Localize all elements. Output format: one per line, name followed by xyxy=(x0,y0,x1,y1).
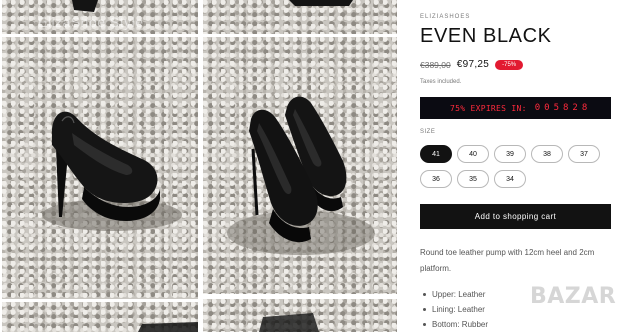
product-description: Round toe leather pump with 12cm heel an… xyxy=(420,248,595,273)
feature-item: Upper: Leather xyxy=(420,287,488,302)
bullet-icon xyxy=(423,323,426,326)
feature-item: Bottom: Rubber xyxy=(420,317,488,332)
bullet-icon xyxy=(423,293,426,296)
size-option-35[interactable]: 35 xyxy=(457,170,489,188)
size-option-41[interactable]: 41 xyxy=(420,145,452,163)
countdown-label: 75% EXPIRES IN: xyxy=(450,103,527,113)
size-option-label: 41 xyxy=(432,150,440,158)
size-option-label: 35 xyxy=(469,175,477,183)
product-title: EVEN BLACK xyxy=(420,25,552,47)
add-to-cart-button[interactable]: Add to shopping cart xyxy=(420,204,611,229)
shoe-photo-graphic xyxy=(138,322,198,332)
size-option-34[interactable]: 34 xyxy=(494,170,526,188)
feature-text: Bottom: Rubber xyxy=(432,320,489,329)
sale-price: €97,25 xyxy=(456,59,490,70)
product-info: ELIZIASHOES EVEN BLACK €389,00 €97,25 -7… xyxy=(420,0,620,332)
product-vendor: ELIZIASHOES xyxy=(420,14,471,20)
size-option-label: 34 xyxy=(506,175,514,183)
product-gallery: ElizaShoe Style xyxy=(0,0,400,332)
size-option-label: 38 xyxy=(543,150,551,158)
size-option-label: 37 xyxy=(580,150,588,158)
size-option-40[interactable]: 40 xyxy=(457,145,489,163)
gallery-image-top-right[interactable] xyxy=(203,0,397,34)
feature-list: Upper: Leather Lining: Leather Bottom: R… xyxy=(420,287,488,332)
shoe-photo-graphic xyxy=(259,313,319,332)
gallery-image-bottom-right[interactable] xyxy=(203,299,397,332)
gallery-image-bottom-left[interactable] xyxy=(2,302,198,332)
countdown-digits: 005828 xyxy=(534,103,592,113)
compare-price: €389,00 xyxy=(420,59,451,70)
feature-text: Upper: Leather xyxy=(432,290,486,299)
size-option-39[interactable]: 39 xyxy=(494,145,526,163)
bullet-icon xyxy=(423,308,426,311)
bazar-watermark-logo: BAZAR xyxy=(530,284,617,309)
gallery-image-main-left[interactable] xyxy=(2,37,198,299)
shoe-photo-graphic xyxy=(42,111,182,231)
feature-text: Lining: Leather xyxy=(432,305,485,314)
size-option-38[interactable]: 38 xyxy=(531,145,563,163)
size-label: SIZE xyxy=(420,129,436,135)
gallery-image-top-left[interactable]: ElizaShoe Style xyxy=(2,0,198,34)
shoe-photo-graphic xyxy=(227,96,375,255)
countdown-timer: 75% EXPIRES IN: 005828 xyxy=(420,97,611,119)
taxes-note: Taxes included. xyxy=(420,79,462,85)
sale-badge: -75% xyxy=(495,59,524,70)
photo-watermark: ElizaShoe Style xyxy=(38,14,144,30)
price-row: €389,00 €97,25 -75% xyxy=(420,59,524,70)
size-option-label: 36 xyxy=(432,175,440,183)
size-option-37[interactable]: 37 xyxy=(568,145,600,163)
gallery-image-main-right[interactable] xyxy=(203,37,397,294)
shoe-photo-graphic xyxy=(289,0,353,6)
size-option-label: 40 xyxy=(469,150,477,158)
feature-item: Lining: Leather xyxy=(420,302,488,317)
size-option-label: 39 xyxy=(506,150,514,158)
size-option-36[interactable]: 36 xyxy=(420,170,452,188)
